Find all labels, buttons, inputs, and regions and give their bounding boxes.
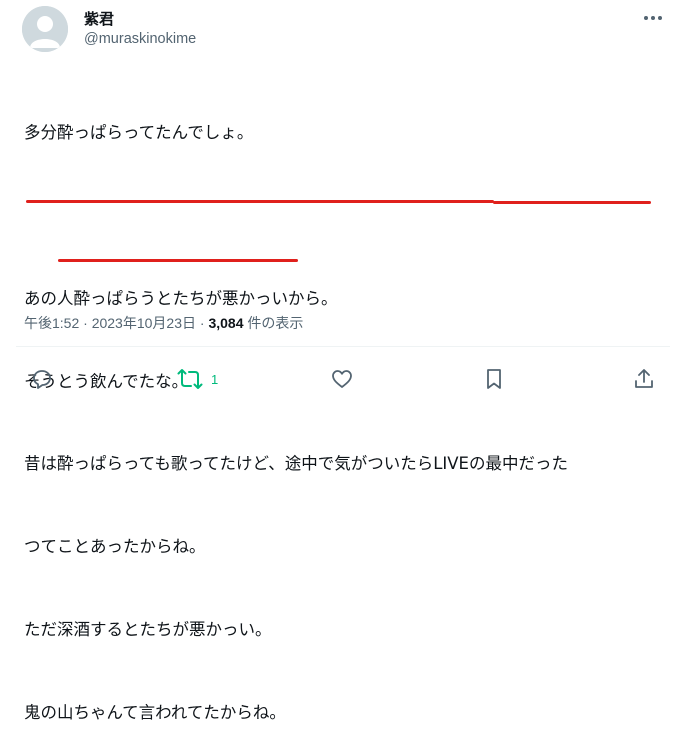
- bookmark-button[interactable]: [482, 366, 506, 392]
- view-label: 件の表示: [247, 315, 304, 331]
- reply-button[interactable]: [30, 366, 54, 392]
- heart-icon: [332, 370, 352, 388]
- red-underline-mark: [26, 200, 494, 203]
- repost-count: 1: [211, 371, 219, 387]
- view-count: 3,084: [208, 315, 244, 331]
- user-handle[interactable]: @muraskinokime: [84, 31, 196, 47]
- tweet-meta: 午後1:52 · 2023年10月23日 · 3,084 件の表示: [24, 313, 303, 333]
- tweet-line: つてことあったからね。: [24, 537, 206, 557]
- share-button[interactable]: [632, 366, 656, 392]
- repost-icon: [177, 369, 203, 389]
- display-name[interactable]: 紫君: [84, 8, 114, 29]
- share-icon: [635, 369, 653, 388]
- avatar[interactable]: [22, 6, 68, 52]
- meta-separator: ·: [83, 315, 88, 331]
- post-date[interactable]: 2023年10月23日: [92, 315, 196, 331]
- red-underline-mark: [58, 259, 298, 262]
- tweet-line: ただ深酒するとたちが悪かっい。: [24, 619, 272, 639]
- tweet-line: 鬼の山ちゃんて言われてたからね。: [24, 702, 286, 722]
- tweet-text: 多分酔っぱらってたんでしょ。 あの人酔っぱらうとたちが悪かっいから。 そうとう飲…: [24, 64, 674, 754]
- more-options-button[interactable]: [638, 8, 668, 28]
- tweet-line: 多分酔っぱらってたんでしょ。: [24, 123, 254, 143]
- red-underline-mark: [493, 201, 651, 204]
- bookmark-icon: [487, 369, 501, 389]
- tweet-line: あの人酔っぱらうとたちが悪かっいから。: [24, 288, 338, 308]
- reply-icon: [33, 370, 51, 389]
- like-button[interactable]: [330, 366, 354, 392]
- default-avatar-icon: [22, 6, 68, 52]
- meta-separator: ·: [199, 315, 205, 331]
- divider: [16, 346, 670, 347]
- tweet-line: 昔は酔っぱらっても歌ってたけど、途中で気がついたらLIVEの最中だった: [24, 454, 568, 474]
- post-time[interactable]: 午後1:52: [24, 315, 79, 331]
- more-dots-icon: [644, 16, 662, 20]
- repost-button[interactable]: 1: [177, 366, 218, 392]
